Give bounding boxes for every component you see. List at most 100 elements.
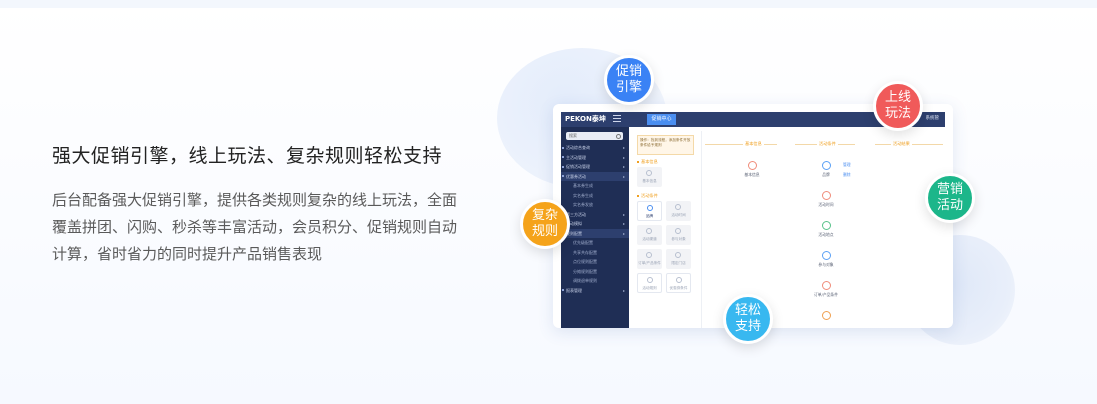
node-label: 参与对象 <box>818 262 834 267</box>
menu-icon[interactable] <box>613 115 621 123</box>
user-icon <box>675 228 681 234</box>
sidebar-item[interactable]: 共享共存配置 <box>561 248 629 258</box>
step-conditions: 活动条件 <box>817 141 838 147</box>
bubble-label: 促销 引擎 <box>615 64 642 95</box>
clock-icon <box>821 191 831 200</box>
manage-link[interactable]: 管理 <box>843 162 851 168</box>
chevron-right-icon: ▸ <box>622 145 625 150</box>
sidebar-item[interactable]: 活动综合查询 ▸ <box>561 143 629 153</box>
sidebar-item[interactable]: 主活动管理 ▸ <box>561 153 629 163</box>
app-sidebar: 搜索 活动综合查询 ▸ 主活动管理 ▸ 促销活动管理 ▸ 优惠券活动 ▸ 基本券生成 实名券生成实… <box>561 127 629 328</box>
search-icon <box>616 134 621 139</box>
node-member[interactable]: 参与对象 <box>811 251 841 268</box>
sidebar-item[interactable]: 规则配置 ▸ <box>561 228 629 238</box>
node-label: 活动时间 <box>818 202 834 207</box>
card-rule[interactable]: 活动规则 <box>637 273 662 293</box>
sidebar-item[interactable]: 促销活动管理 ▸ <box>561 162 629 172</box>
card-coupon[interactable]: 优惠券条件 <box>666 273 691 293</box>
sidebar-item[interactable]: 报表管理 ▸ <box>561 286 629 296</box>
chevron-right-icon: ▸ <box>622 211 625 217</box>
node-order[interactable]: 订单/产品条件 <box>811 281 841 298</box>
sidebar-search-input[interactable]: 搜索 <box>566 132 623 140</box>
card-label: 品牌 <box>645 214 654 218</box>
sidebar-list: 活动综合查询 ▸ 主活动管理 ▸ 促销活动管理 ▸ 优惠券活动 ▸ 基本券生成 实名券生成 实名券发… <box>561 143 629 295</box>
bubble-label: 营销 活动 <box>936 182 963 213</box>
app-logo: PEKON泰坤 <box>565 115 606 123</box>
menu-bullet-icon <box>562 165 564 168</box>
top-band <box>0 0 1097 8</box>
clock-icon <box>675 204 681 210</box>
node-place[interactable]: 活动地点 <box>811 221 841 238</box>
menu-bullet-icon <box>562 175 564 177</box>
cart-icon <box>821 281 831 290</box>
card-member[interactable]: 参与对象 <box>666 225 691 245</box>
bubble-marketing: 营销 活动 <box>925 173 975 223</box>
menu-bullet-icon <box>562 156 564 158</box>
notice-box: 操作：找到流程，添加条件开放条件给予规则 <box>637 135 694 155</box>
component-panel: 操作：找到流程，添加条件开放条件给予规则 基本信息 基本信息 活动条件 品牌 活… <box>633 131 697 328</box>
card-order[interactable]: 订单/产品条件 <box>637 249 662 269</box>
node-brand[interactable]: 品牌 <box>811 161 841 178</box>
chevron-right-icon: ▸ <box>622 287 625 293</box>
step-line <box>705 144 777 145</box>
card-brand[interactable]: 品牌 <box>637 201 662 221</box>
section-conditions: 活动条件 <box>637 193 658 199</box>
card-label: 活动规则 <box>642 286 657 290</box>
node-label: 活动地点 <box>818 232 834 237</box>
document-icon <box>646 170 652 176</box>
card-basic-info[interactable]: 基本信息 <box>637 167 662 187</box>
sidebar-item[interactable]: 第三方活动 ▸ <box>561 210 629 220</box>
brand-icon <box>647 205 653 211</box>
menu-bullet-icon <box>562 146 564 149</box>
sidebar-item[interactable]: 优惠券活动 ▸ <box>561 171 629 181</box>
bubble-label: 轻松 支持 <box>734 303 761 334</box>
brand-icon <box>821 161 831 170</box>
section-basic-info: 基本信息 <box>637 159 658 165</box>
card-time[interactable]: 活动时间 <box>666 201 691 221</box>
bubble-label: 上线 玩法 <box>884 90 911 121</box>
card-limit-store[interactable]: 限定门店 <box>666 249 691 269</box>
node-label: 品牌 <box>822 172 830 177</box>
step-basic: 基本信息 <box>743 141 764 147</box>
description-line: 计算，省时省力的同时提升产品销售表现 <box>52 245 323 263</box>
rule-icon <box>821 311 831 320</box>
sidebar-item[interactable]: 优先级配置 <box>561 238 629 248</box>
sidebar-item[interactable]: 调拨退单规则 <box>561 276 629 286</box>
bubble-easy-support: 轻松 支持 <box>723 294 773 344</box>
delete-link[interactable]: 删除 <box>843 172 851 178</box>
sidebar-item[interactable]: 实名券生成 <box>561 191 629 201</box>
channel-icon <box>646 228 652 234</box>
bubble-label: 复杂 规则 <box>531 208 558 239</box>
card-label: 活动时间 <box>671 213 686 217</box>
user-icon <box>821 251 831 260</box>
description-line: 后台配备强大促销引擎，提供各类规则复杂的线上玩法，全面 <box>52 191 458 209</box>
bubble-complex-rules: 复杂 规则 <box>520 199 570 249</box>
location-icon <box>821 221 831 230</box>
sidebar-item[interactable]: 活动模拟 ▸ <box>561 219 629 229</box>
bubble-promo-engine: 促销 引擎 <box>604 55 654 105</box>
cart-icon <box>646 252 652 258</box>
node-basic-info[interactable]: 基本信息 <box>737 161 767 178</box>
node-more[interactable] <box>811 311 841 320</box>
sidebar-item[interactable]: 基本券生成 <box>561 181 629 191</box>
card-channel[interactable]: 活动渠道 <box>637 225 662 245</box>
sidebar-item[interactable]: 点位规则配置 <box>561 257 629 267</box>
menu-bullet-icon <box>562 289 564 291</box>
card-label: 订单/产品条件 <box>638 261 661 265</box>
step-result: 活动结果 <box>891 141 912 147</box>
description-line: 覆盖拼团、闪购、秒杀等丰富活动，会员积分、促销规则自动 <box>52 218 458 236</box>
store-icon <box>675 252 681 258</box>
search-placeholder: 搜索 <box>569 133 577 138</box>
tab-promotion-center[interactable]: 促销中心 <box>647 114 676 125</box>
card-label: 活动渠道 <box>642 237 657 241</box>
headline: 强大促销引擎，线上玩法、复杂规则轻松支持 <box>52 145 443 167</box>
sidebar-item[interactable]: 实名券发放 <box>561 200 629 210</box>
sidebar-item[interactable]: 分摊规则配置 <box>561 267 629 277</box>
node-time[interactable]: 活动时间 <box>811 191 841 208</box>
chevron-right-icon: ▸ <box>622 154 625 160</box>
rule-icon <box>647 277 653 283</box>
card-label: 参与对象 <box>671 237 686 241</box>
card-label: 限定门店 <box>671 261 686 265</box>
node-label: 订单/产品条件 <box>813 292 839 297</box>
user-name[interactable]: 系统管 <box>926 115 940 121</box>
